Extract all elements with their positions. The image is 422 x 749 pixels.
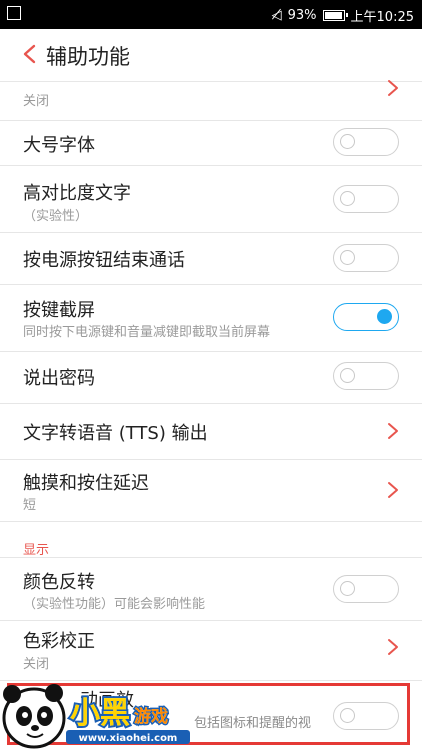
battery-percent: 93% — [287, 8, 317, 23]
high-contrast-toggle[interactable] — [333, 185, 399, 213]
color-correct-label: 色彩校正 — [23, 631, 95, 652]
list-item-large-font[interactable]: 大号字体 — [0, 120, 422, 166]
battery-icon — [322, 10, 348, 21]
color-invert-sub: （实验性功能）可能会影响性能 — [23, 597, 206, 612]
list-item-tts[interactable]: 文字转语音 (TTS) 输出 — [0, 403, 422, 460]
chevron-right-icon — [388, 423, 398, 439]
key-screenshot-sub: 同时按下电源键和音量减键即截取当前屏幕 — [23, 325, 271, 340]
section-display: 显示 — [0, 521, 422, 558]
power-end-call-label: 按电源按钮结束通话 — [23, 250, 185, 271]
list-item-key-screenshot[interactable]: 按键截屏 同时按下电源键和音量减键即截取当前屏幕 — [0, 284, 422, 352]
speak-password-toggle[interactable] — [333, 362, 399, 390]
watermark-logo: 小黑 小黑 游戏 游戏 www.xiaohei.com — [2, 684, 190, 749]
large-font-label: 大号字体 — [23, 135, 95, 156]
power-end-call-toggle[interactable] — [333, 244, 399, 272]
color-invert-toggle[interactable] — [333, 575, 399, 603]
screenshot-notification-icon — [7, 6, 21, 20]
partial-row-sub: 关闭 — [23, 94, 50, 109]
section-display-label: 显示 — [23, 543, 50, 558]
list-item-color-correct[interactable]: 色彩校正 关闭 — [0, 620, 422, 681]
chevron-right-icon — [388, 482, 398, 498]
svg-text:游戏: 游戏 — [134, 706, 168, 727]
svg-text:www.xiaohei.com: www.xiaohei.com — [79, 733, 178, 744]
high-contrast-sub: （实验性） — [23, 209, 89, 224]
status-bar: ◁̸ 93% 上午10:25 — [0, 0, 422, 29]
clock: 上午10:25 — [350, 10, 414, 25]
list-item-partial[interactable]: 关闭 — [0, 80, 422, 121]
chevron-right-icon — [388, 639, 398, 655]
high-contrast-label: 高对比度文字 — [23, 183, 131, 204]
mute-icon: ◁̸ — [271, 8, 282, 23]
tts-label: 文字转语音 (TTS) 输出 — [23, 423, 208, 444]
color-correct-sub: 关闭 — [23, 657, 50, 672]
app-header: 辅助功能 — [0, 29, 422, 82]
list-item-touch-delay[interactable]: 触摸和按住延迟 短 — [0, 459, 422, 522]
list-item-color-invert[interactable]: 颜色反转 （实验性功能）可能会影响性能 — [0, 557, 422, 621]
color-invert-label: 颜色反转 — [23, 572, 95, 593]
list-item-high-contrast[interactable]: 高对比度文字 （实验性） — [0, 165, 422, 233]
list-item-speak-password[interactable]: 说出密码 — [0, 351, 422, 404]
key-screenshot-toggle[interactable] — [333, 303, 399, 331]
svg-text:小黑: 小黑 — [70, 696, 130, 731]
large-font-toggle[interactable] — [333, 128, 399, 156]
back-arrow-icon[interactable] — [20, 43, 40, 65]
status-right: ◁̸ 93% 上午10:25 — [272, 6, 414, 25]
touch-delay-sub: 短 — [23, 498, 37, 513]
key-screenshot-label: 按键截屏 — [23, 300, 95, 321]
touch-delay-label: 触摸和按住延迟 — [23, 473, 149, 494]
page-title: 辅助功能 — [46, 45, 130, 69]
chevron-right-icon — [388, 80, 398, 96]
speak-password-label: 说出密码 — [23, 368, 95, 389]
list-item-power-end-call[interactable]: 按电源按钮结束通话 — [0, 232, 422, 285]
